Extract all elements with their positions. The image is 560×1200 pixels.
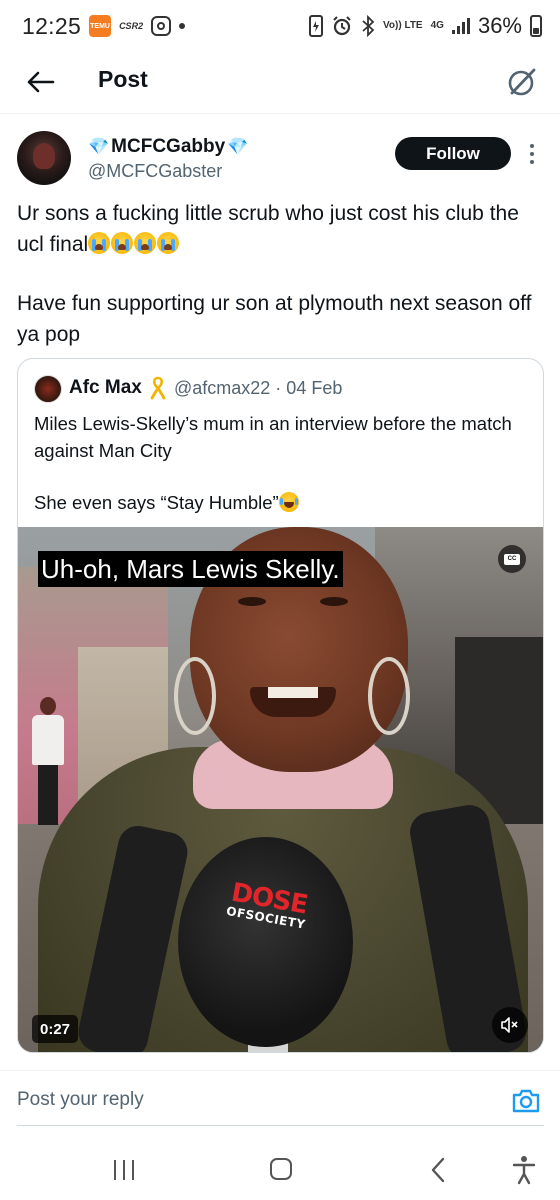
signal-strength-icon [451,18,470,34]
video-earring-right [368,657,410,735]
author-display-name[interactable]: 💎 MCFCGabby 💎 [88,136,248,158]
video-player[interactable]: DOSE OFSOCIETY Uh-oh, Mars Lewis Skelly.… [18,527,543,1052]
quoted-text-paragraph-1: Miles Lewis-Skelly’s mum in an interview… [34,413,512,461]
video-caption: Uh-oh, Mars Lewis Skelly. [38,551,343,587]
crying-emoji-icon [111,232,134,254]
closed-captions-icon[interactable]: CC [498,545,526,573]
network-4g-indicator: 4G [430,20,444,31]
tweet-text-paragraph-1: Ur sons a fucking little scrub who just … [17,198,537,260]
temu-notification-icon: TEMU [89,15,112,37]
video-eye-right [320,597,348,606]
crying-emoji-icon [134,232,157,254]
save-data-icon [308,15,323,37]
temu-label: TEMU [90,22,110,30]
battery-percentage: 36% [477,13,522,38]
more-options-icon[interactable] [522,138,542,170]
author-name-text: MCFCGabby [111,136,226,157]
accessibility-icon[interactable] [512,1155,536,1185]
status-bar: 12:25 TEMU CSR2 Vo)) LTE 4G 36% [0,0,560,52]
arrow-left-icon[interactable] [22,64,58,100]
reply-input[interactable]: Post your reply [17,1089,144,1111]
alarm-icon [333,16,351,36]
video-microphone [178,837,353,1047]
battery-icon [530,15,542,37]
diamond-emoji-right: 💎 [227,137,249,156]
video-duration-badge: 0:27 [32,1015,79,1043]
quoted-text-paragraph-2: She even says “Stay Humble” [34,489,529,516]
quoted-author-avatar[interactable] [34,375,62,403]
post-header: Post [0,52,560,114]
crying-emojis [88,229,180,260]
author-handle[interactable]: @MCFCGabster [88,161,222,182]
video-eye-left [238,597,266,606]
cc-label: CC [504,553,520,565]
video-smile [250,687,336,717]
video-earring-left [174,657,216,735]
laughing-emoji-icon [278,492,299,512]
reply-underline [17,1125,544,1126]
author-avatar[interactable] [17,131,71,185]
tweet-text-paragraph-2: Have fun supporting ur son at plymouth n… [17,292,532,346]
quoted-post-card[interactable]: Afc Max @afcmax22 · 04 Feb Miles Lewis-S… [17,358,544,1053]
instagram-notification-icon [151,16,172,36]
home-icon[interactable] [270,1158,292,1180]
volte-indicator: Vo)) LTE [382,20,423,31]
more-notifications-dot-icon [179,23,186,29]
reply-composer: Post your reply [0,1070,560,1128]
recents-icon[interactable] [114,1160,134,1180]
csr2-notification-icon: CSR2 [119,21,144,31]
camera-icon[interactable] [511,1087,541,1115]
bluetooth-icon [362,15,375,37]
crying-emoji-icon [88,232,111,254]
crying-emoji-icon [157,232,180,254]
back-chevron-icon[interactable] [428,1157,448,1183]
quoted-author-name[interactable]: Afc Max [69,377,142,399]
page-title: Post [98,66,148,92]
quoted-author-handle-date[interactable]: @afcmax22 · 04 Feb [174,378,342,399]
volume-muted-icon[interactable] [492,1007,528,1043]
status-time: 12:25 [22,12,82,39]
follow-button[interactable]: Follow [395,137,511,170]
grok-icon[interactable] [502,62,542,102]
quoted-text-2: She even says “Stay Humble” [34,492,279,513]
yellow-ribbon-icon [150,376,166,400]
system-navigation-bar [0,1140,560,1200]
video-background-person [28,697,68,827]
diamond-emoji-left: 💎 [88,137,110,156]
